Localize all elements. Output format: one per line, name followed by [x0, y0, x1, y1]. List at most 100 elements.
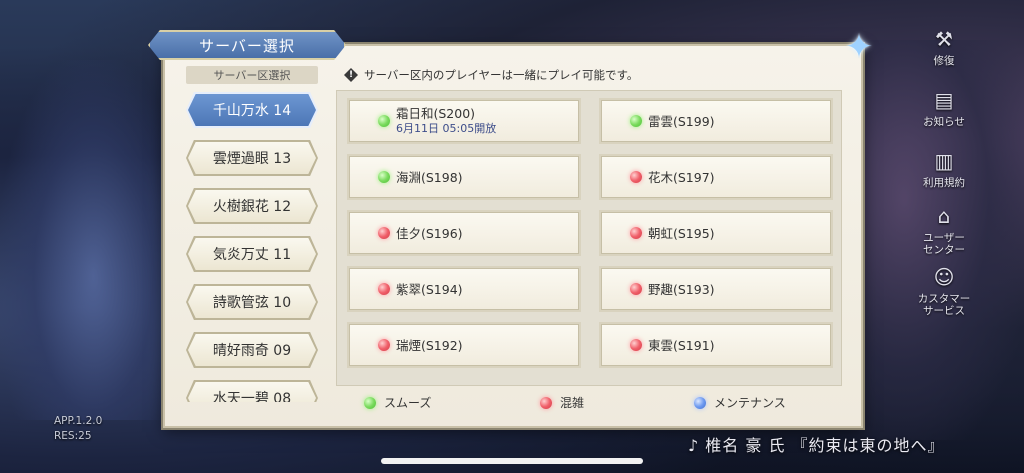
server-text: 海淵(S198)	[396, 170, 463, 185]
repair-icon: ⚒	[935, 26, 953, 51]
red-status-dot	[378, 283, 390, 295]
server-name: 紫翠(S194)	[396, 281, 463, 297]
server-button-face: 海淵(S198)	[349, 156, 579, 198]
side-menu-label: 利用規約	[923, 176, 965, 189]
notice: ! サーバー区内のプレイヤーは一緒にプレイ可能です。	[344, 67, 638, 83]
legend-busy-label: 混雑	[560, 396, 585, 410]
server-open-date: 6月11日 05:05開放	[396, 122, 497, 135]
server-group-button[interactable]: 火樹銀花 12	[186, 188, 318, 224]
server-button[interactable]: 野趣(S193)	[599, 266, 833, 312]
app-version: APP.1.2.0	[54, 415, 103, 427]
server-group-button[interactable]: 雲煙過眼 13	[186, 140, 318, 176]
server-button[interactable]: 佳夕(S196)	[347, 210, 581, 256]
server-button[interactable]: 雷雲(S199)	[599, 98, 833, 144]
server-button[interactable]: 海淵(S198)	[347, 154, 581, 200]
server-name: 海淵(S198)	[396, 169, 463, 185]
user-center-icon: ⌂	[937, 203, 951, 228]
server-group-label: 火樹銀花 12	[188, 190, 316, 222]
server-group-button[interactable]: 晴好雨奇 09	[186, 332, 318, 368]
server-name: 朝虹(S195)	[648, 225, 715, 241]
legend-smooth-label: スムーズ	[384, 396, 432, 410]
server-button[interactable]: 朝虹(S195)	[599, 210, 833, 256]
server-button-face: 野趣(S193)	[601, 268, 831, 310]
server-name: 霜日和(S200)	[396, 106, 476, 121]
server-button-face: 花木(S197)	[601, 156, 831, 198]
close-button[interactable]: ✦	[838, 26, 880, 68]
server-name: 瑞煙(S192)	[396, 337, 463, 353]
red-status-dot	[630, 339, 642, 351]
legend-smooth: スムーズ	[364, 394, 431, 411]
side-menu-label: カスタマー サービス	[917, 292, 971, 317]
star-close-icon: ✦	[844, 27, 874, 67]
customer-service-icon: ☺	[933, 264, 955, 289]
side-menu-item[interactable]: ▥ 利用規約	[906, 138, 982, 198]
server-button[interactable]: 霜日和(S200) 6月11日 05:05開放	[347, 98, 581, 144]
server-group-button[interactable]: 水天一碧 08	[186, 380, 318, 402]
res-version: RES:25	[54, 430, 92, 442]
red-status-dot	[378, 227, 390, 239]
legend-maintenance: メンテナンス	[694, 394, 786, 411]
server-group-label: 詩歌管弦 10	[188, 286, 316, 318]
server-group-button[interactable]: 詩歌管弦 10	[186, 284, 318, 320]
green-status-dot	[378, 115, 390, 127]
server-button-face: 雷雲(S199)	[601, 100, 831, 142]
server-grid: 霜日和(S200) 6月11日 05:05開放 雷雲(S199) 海淵(S198) 花木…	[336, 90, 842, 386]
side-menu-label: 修復	[933, 54, 955, 67]
side-menu-item[interactable]: ⌂ ユーザー センター	[906, 199, 982, 259]
home-indicator[interactable]	[381, 458, 643, 464]
server-text: 瑞煙(S192)	[396, 338, 463, 353]
server-text: 花木(S197)	[648, 170, 715, 185]
server-button[interactable]: 紫翠(S194)	[347, 266, 581, 312]
side-menu: ⚒ 修復 ▤ お知らせ ▥ 利用規約 ⌂ ユーザー センター ☺ カスタマー サービス	[906, 16, 982, 321]
green-status-dot	[364, 396, 376, 409]
info-icon: !	[344, 68, 358, 82]
server-text: 佳夕(S196)	[396, 226, 463, 241]
legend-busy: 混雑	[540, 394, 584, 411]
legend-maintenance-label: メンテナンス	[714, 396, 786, 410]
server-name: 花木(S197)	[648, 169, 715, 185]
server-button[interactable]: 東雲(S191)	[599, 322, 833, 368]
green-status-dot	[378, 171, 390, 183]
dialog-title: サーバー選択	[148, 30, 346, 60]
server-group-label: 晴好雨奇 09	[188, 334, 316, 366]
red-status-dot	[630, 227, 642, 239]
server-button-face: 佳夕(S196)	[349, 212, 579, 254]
server-text: 東雲(S191)	[648, 338, 715, 353]
server-name: 雷雲(S199)	[648, 113, 715, 129]
server-group-button[interactable]: 千山万水 14	[186, 92, 318, 128]
side-menu-item[interactable]: ▤ お知らせ	[906, 77, 982, 137]
server-group-label: 千山万水 14	[188, 94, 316, 126]
server-group-label: 気炎万丈 11	[188, 238, 316, 270]
side-menu-item[interactable]: ☺ カスタマー サービス	[906, 260, 982, 320]
server-button-face: 紫翠(S194)	[349, 268, 579, 310]
version-info: APP.1.2.0 RES:25	[54, 414, 102, 444]
server-button-face: 瑞煙(S192)	[349, 324, 579, 366]
music-credit: ♪ 椎名 豪 氏 『約束は東の地へ』	[688, 436, 945, 455]
server-button[interactable]: 瑞煙(S192)	[347, 322, 581, 368]
server-group-button[interactable]: 気炎万丈 11	[186, 236, 318, 272]
server-name: 野趣(S193)	[648, 281, 715, 297]
side-menu-label: お知らせ	[923, 115, 965, 128]
book-icon: ▥	[934, 148, 954, 173]
server-button-face: 東雲(S191)	[601, 324, 831, 366]
notice-board-icon: ▤	[934, 87, 954, 112]
side-menu-item[interactable]: ⚒ 修復	[906, 16, 982, 76]
server-text: 朝虹(S195)	[648, 226, 715, 241]
green-status-dot	[630, 115, 642, 127]
group-list-header: サーバー区選択	[186, 66, 318, 84]
server-name: 佳夕(S196)	[396, 225, 463, 241]
server-button-face: 霜日和(S200) 6月11日 05:05開放	[349, 100, 579, 142]
background-character-left	[0, 60, 170, 420]
server-group-label: 雲煙過眼 13	[188, 142, 316, 174]
server-name: 東雲(S191)	[648, 337, 715, 353]
side-menu-label: ユーザー センター	[923, 231, 965, 256]
server-button-face: 朝虹(S195)	[601, 212, 831, 254]
server-group-list[interactable]: 千山万水 14 雲煙過眼 13 火樹銀花 12 気炎万丈 11 詩歌管弦 10 晴好雨奇 …	[186, 92, 326, 402]
red-status-dot	[630, 283, 642, 295]
server-text: 雷雲(S199)	[648, 114, 715, 129]
server-group-label: 水天一碧 08	[188, 382, 316, 402]
red-status-dot	[378, 339, 390, 351]
blue-status-dot	[694, 396, 706, 409]
server-button[interactable]: 花木(S197)	[599, 154, 833, 200]
server-text: 野趣(S193)	[648, 282, 715, 297]
